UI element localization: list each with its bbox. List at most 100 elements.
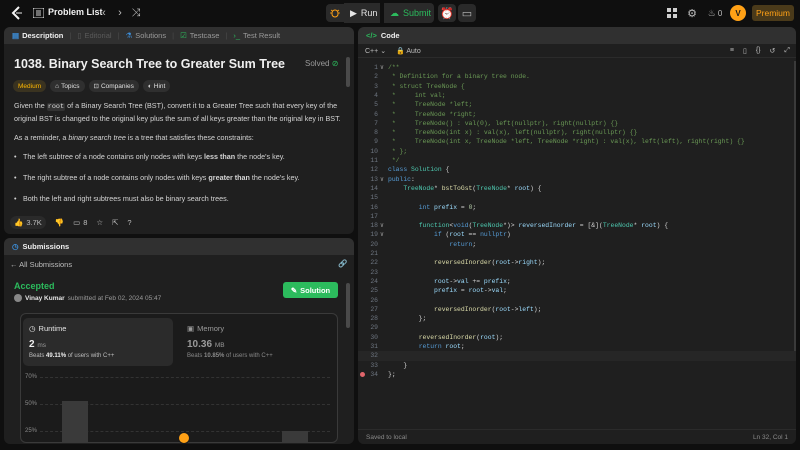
code-line[interactable]: 19 ∨ if (root == nullptr) — [358, 230, 796, 239]
fold-chevron-icon[interactable]: ∨ — [380, 230, 386, 239]
code-line[interactable]: 12 class Solution { — [358, 165, 796, 174]
streak-counter[interactable]: ♨ 0 — [704, 5, 726, 21]
submit-button[interactable]: ☁ Submit — [384, 3, 434, 23]
gridline — [40, 377, 330, 378]
premium-button[interactable]: Premium — [752, 5, 794, 21]
user-marker-icon — [178, 432, 190, 444]
tab-description[interactable]: ▤ Description — [12, 31, 63, 40]
code-text: * Definition for a binary tree node. — [388, 73, 530, 81]
problem-list-link[interactable]: Problem List — [48, 7, 103, 17]
avatar — [14, 294, 22, 302]
code-line[interactable]: 18 ∨ function<void(TreeNode*)> reversedIn… — [358, 221, 796, 230]
solution-button[interactable]: ✎ Solution — [283, 282, 338, 298]
code-line[interactable]: 3 * struct TreeNode { — [358, 82, 796, 91]
runtime-label: ◷ Runtime — [29, 324, 67, 333]
dislike-icon[interactable]: 👎 — [55, 218, 64, 227]
run-button[interactable]: ▶ Run — [344, 3, 380, 23]
code-line[interactable]: 34}; — [358, 370, 796, 379]
notes-icon[interactable]: ▭ — [458, 4, 476, 22]
code-line[interactable]: 9 * TreeNode(int x, TreeNode *left, Tree… — [358, 137, 796, 146]
memory-label[interactable]: ▣ Memory — [187, 324, 224, 333]
fold-chevron-icon[interactable]: ∨ — [380, 221, 386, 230]
help-icon[interactable]: ? — [127, 218, 131, 227]
code-line[interactable]: 8 * TreeNode(int x) : val(x), left(nullp… — [358, 128, 796, 137]
code-text: return root; — [418, 343, 465, 350]
code-line[interactable]: 29 — [358, 323, 796, 332]
code-line[interactable]: 33 } — [358, 361, 796, 370]
debug-icon[interactable] — [326, 4, 344, 22]
fold-chevron-icon[interactable]: ∨ — [380, 175, 386, 184]
shuffle-icon[interactable]: ⤨ — [128, 5, 144, 21]
code-line[interactable]: 13 ∨ public: — [358, 175, 796, 184]
auto-toggle[interactable]: 🔒 Auto — [396, 47, 421, 55]
code-line[interactable]: 10 * }; — [358, 147, 796, 156]
code-line[interactable]: 11 */ — [358, 156, 796, 165]
code-line[interactable]: 16 int prefix = 0; — [358, 203, 796, 212]
prev-problem-icon[interactable]: ‹ — [96, 5, 112, 21]
code-line[interactable]: 24 root->val += prefix; — [358, 277, 796, 286]
code-line[interactable]: 27 reversedInorder(root->left); — [358, 305, 796, 314]
code-line[interactable]: 25 prefix = root->val; — [358, 286, 796, 295]
tab-test-result[interactable]: ›_ Test Result — [233, 31, 280, 40]
link-icon[interactable]: 🔗 — [338, 259, 347, 268]
tab-testcase[interactable]: ☑ Testcase — [180, 31, 219, 40]
topics-chip[interactable]: ⌂ Topics — [50, 80, 85, 92]
code-line[interactable]: 26 — [358, 296, 796, 305]
share-icon[interactable]: ⇱ — [112, 218, 118, 227]
code-editor[interactable]: 1 ∨/** 2 * Definition for a binary tree no… — [358, 59, 796, 431]
hint-chip[interactable]: ◐ Hint — [142, 80, 171, 92]
axis-tick: 70% — [25, 374, 38, 380]
code-line[interactable]: 22 reversedInorder(root->right); — [358, 258, 796, 267]
code-line[interactable]: 30 reversedInorder(root); — [358, 333, 796, 342]
code-line[interactable]: 21 — [358, 249, 796, 258]
comments-button[interactable]: ▭ 8 — [73, 218, 87, 227]
bookmark-icon[interactable]: ▯ — [743, 47, 747, 55]
description-scrollbar[interactable] — [346, 57, 350, 87]
braces-icon[interactable]: {} — [756, 47, 761, 55]
lock-icon: 🔒 — [396, 47, 405, 55]
settings-gear-icon[interactable]: ⚙ — [684, 5, 700, 21]
format-icon[interactable]: ≡ — [730, 47, 734, 55]
code-line[interactable]: 31 return root; — [358, 342, 796, 351]
axis-tick: 25% — [25, 428, 38, 434]
layout-grid-icon[interactable] — [664, 5, 680, 21]
language-select[interactable]: C++ ⌄ — [365, 47, 386, 55]
reset-icon[interactable]: ↺ — [770, 47, 776, 55]
line-number: 13 — [370, 175, 378, 183]
code-line[interactable]: 2 * Definition for a binary tree node. — [358, 72, 796, 81]
code-line[interactable]: 14 TreeNode* bstToGst(TreeNode* root) { — [358, 184, 796, 193]
code-line[interactable]: 1 ∨/** — [358, 63, 796, 72]
code-line[interactable]: 32 — [358, 351, 796, 361]
distribution-bar[interactable] — [62, 401, 88, 443]
fold-chevron-icon[interactable]: ∨ — [380, 63, 386, 72]
leetcode-logo-icon[interactable] — [10, 6, 24, 20]
submissions-scrollbar[interactable] — [346, 283, 350, 328]
terminal-icon: ›_ — [233, 31, 241, 40]
breakpoint-icon[interactable] — [360, 371, 365, 377]
code-line[interactable]: 23 — [358, 268, 796, 277]
fire-icon: ♨ — [707, 7, 716, 18]
code-line[interactable]: 6 * TreeNode *right; — [358, 110, 796, 119]
code-line[interactable]: 17 — [358, 212, 796, 221]
code-text: } — [388, 361, 408, 369]
all-submissions-link[interactable]: ← All Submissions — [10, 260, 72, 269]
code-line[interactable]: 5 * TreeNode *left; — [358, 100, 796, 109]
tab-solutions[interactable]: ⚗ Solutions — [126, 31, 167, 40]
code-line[interactable]: 7 * TreeNode() : val(0), left(nullptr), … — [358, 119, 796, 128]
fullscreen-icon[interactable]: ⤢ — [784, 47, 790, 55]
alarm-icon[interactable]: ⏰ — [438, 4, 456, 22]
code-scrollbar[interactable] — [794, 61, 796, 351]
tab-editorial[interactable]: ▯ Editorial — [77, 31, 111, 40]
like-button[interactable]: 👍 3.7K — [10, 216, 46, 229]
problem-list-icon[interactable] — [30, 5, 46, 21]
next-problem-icon[interactable]: › — [112, 5, 128, 21]
companies-chip[interactable]: ⊡ Companies — [88, 80, 139, 92]
code-line[interactable]: 20 return; — [358, 240, 796, 249]
code-line[interactable]: 15 — [358, 193, 796, 202]
user-avatar[interactable]: V — [730, 5, 746, 21]
code-line[interactable]: 28 }; — [358, 314, 796, 323]
code-line[interactable]: 4 * int val; — [358, 91, 796, 100]
distribution-bar[interactable] — [282, 431, 308, 443]
star-icon[interactable]: ☆ — [96, 218, 103, 227]
code-text: }; — [388, 370, 396, 378]
